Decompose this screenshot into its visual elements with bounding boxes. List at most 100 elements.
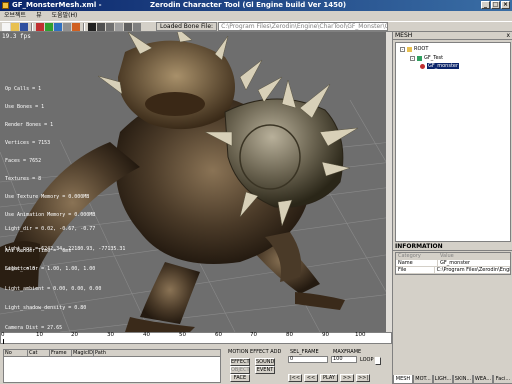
record-icon[interactable] [36, 22, 44, 31]
timeline-tick-label: 100 [355, 332, 366, 338]
tree-node-root[interactable]: - ROOT [400, 46, 428, 52]
close-icon[interactable]: x [506, 32, 510, 40]
mesh-group-icon [417, 55, 422, 61]
menu-object[interactable]: 오브젝트 [4, 11, 26, 21]
loop-checkbox[interactable] [375, 357, 381, 365]
light-icon[interactable] [72, 22, 80, 31]
sound-button[interactable]: SOUND [255, 358, 275, 366]
select-icon[interactable] [88, 22, 96, 31]
tree-node-label: GF_Test [424, 55, 444, 61]
timeline-tick-label: 40 [143, 332, 150, 338]
stat-line: Vertices = 7153 [5, 140, 51, 146]
light-stats: Light_dir = 0.02, -0.67, -0.77 Light_pos… [5, 213, 125, 332]
zoom-icon[interactable] [115, 22, 123, 31]
tree-node-gf-test[interactable]: - GF_Test [410, 55, 443, 61]
window-title: GF_MonsterMesh.xml - [12, 1, 102, 9]
tab-skin[interactable]: SKIN... [453, 375, 473, 384]
info-table[interactable]: Category Value Name GF_monster File C:\P… [395, 252, 511, 275]
mesh-tree[interactable]: - ROOT - GF_Test GF_monster [395, 42, 511, 242]
col-no[interactable]: No [4, 350, 28, 356]
timeline-tick-label: 60 [215, 332, 222, 338]
info-row[interactable]: Name GF_monster [396, 260, 510, 267]
info-col-category: Category [396, 253, 438, 259]
col-frame[interactable]: Frame [50, 350, 72, 356]
tab-light[interactable]: LIGH... [433, 375, 453, 384]
info-col-value: Value [440, 253, 454, 259]
title-bar[interactable]: GF_MonsterMesh.xml - Zerodin Character T… [0, 0, 512, 11]
3d-viewport[interactable]: 19.3 fps Op Calls = 1 Use Bones = 1 Rend… [0, 32, 392, 332]
menu-help[interactable]: 도움말(H) [52, 11, 78, 21]
stat-line: Op Calls = 1 [5, 86, 42, 92]
last-frame-button[interactable]: >>| [356, 374, 370, 382]
app-icon [2, 2, 9, 9]
grid-icon[interactable] [63, 22, 71, 31]
bone-icon[interactable] [54, 22, 62, 31]
menu-view[interactable]: 뷰 [36, 11, 42, 21]
info-key: File [396, 267, 435, 273]
close-button[interactable]: × [501, 1, 510, 9]
face-button[interactable]: FACE [230, 374, 250, 382]
right-panel: MESH x - ROOT - GF_Test GF_monster INFOR… [392, 32, 512, 384]
info-key: Name [396, 260, 438, 266]
loop-label: LOOP [360, 357, 374, 363]
tree-node-label: ROOT [414, 46, 429, 52]
mesh-icon [420, 63, 425, 69]
object-button[interactable]: OBJECT [230, 366, 250, 374]
camera-icon[interactable] [133, 22, 141, 31]
stat-line: Use Texture Memory = 0.000MB [5, 194, 90, 200]
folder-icon [407, 46, 412, 52]
open-folder-icon[interactable] [11, 22, 19, 31]
move-icon[interactable] [97, 22, 105, 31]
event-grid[interactable]: No Cat Frame MagicID Path [3, 349, 221, 383]
stat-line: Textures = 8 [5, 176, 42, 182]
tab-facial[interactable]: Faci... [493, 375, 512, 384]
collapse-icon[interactable]: - [410, 55, 415, 61]
collapse-icon[interactable]: - [400, 46, 405, 52]
stat-line: Faces = 7652 [5, 158, 42, 164]
pan-icon[interactable] [124, 22, 132, 31]
event-button[interactable]: EVENT [255, 366, 275, 374]
toolbar-separator [31, 22, 33, 31]
rotate-icon[interactable] [106, 22, 114, 31]
light-line: Light_dir = 0.02, -0.67, -0.77 [5, 226, 96, 233]
tree-node-label: GF_monster [427, 63, 460, 69]
sel-frame-input[interactable]: 0 [288, 356, 328, 363]
max-frame-input[interactable]: 100 [331, 356, 357, 363]
info-table-header: Category Value [396, 253, 510, 260]
tab-mesh[interactable]: MESH [393, 375, 413, 384]
timeline-tick-label: 80 [286, 332, 293, 338]
new-file-icon[interactable] [2, 22, 10, 31]
timeline-tick-label: 20 [71, 332, 78, 338]
timeline-tick-label: 70 [250, 332, 257, 338]
minimize-button[interactable]: _ [481, 1, 490, 9]
max-frame-label: MAXFRAME [333, 349, 362, 355]
light-line: Light_ambient = 0.00, 0.00, 0.00 [5, 285, 102, 292]
col-magicid[interactable]: MagicID [72, 350, 94, 356]
toolbar: Loaded Bone File: C:\Program Files\Zerod… [0, 21, 512, 32]
col-cat[interactable]: Cat [28, 350, 50, 356]
tab-motion[interactable]: MOT... [413, 375, 433, 384]
first-frame-button[interactable]: |<< [288, 374, 302, 382]
effect-button[interactable]: EFFECT [230, 358, 250, 366]
tab-weapon[interactable]: WEA... [473, 375, 493, 384]
timeline-tick-label: 30 [107, 332, 114, 338]
maximize-button[interactable]: □ [491, 1, 500, 9]
app-window: GF_MonsterMesh.xml - Zerodin Character T… [0, 0, 512, 384]
motion-effect-label: MOTION EFFECT ADD [228, 349, 282, 355]
save-icon[interactable] [20, 22, 28, 31]
loaded-bone-label: Loaded Bone File: [156, 22, 218, 31]
menu-bar: 오브젝트 뷰 도움말(H) [0, 11, 512, 21]
timeline-scale: 0 10 20 30 40 50 60 70 80 90 100 [0, 332, 392, 344]
timeline-tick-label: 50 [179, 332, 186, 338]
play-icon[interactable] [45, 22, 53, 31]
next-frame-button[interactable]: >> [340, 374, 354, 382]
light-line: Camera Dist = 27.65 [5, 325, 63, 332]
tree-node-gf-monster[interactable]: GF_monster [420, 63, 460, 69]
col-path[interactable]: Path [94, 350, 220, 356]
info-row[interactable]: File C:\Program Files\Zerodin\Engine [396, 267, 510, 274]
light-line: Light_shadow_density = 0.80 [5, 305, 87, 312]
play-button[interactable]: PLAY [320, 374, 338, 382]
info-panel-title: INFORMATION [395, 243, 443, 250]
mesh-panel-header: MESH x [393, 32, 512, 40]
prev-frame-button[interactable]: << [304, 374, 318, 382]
